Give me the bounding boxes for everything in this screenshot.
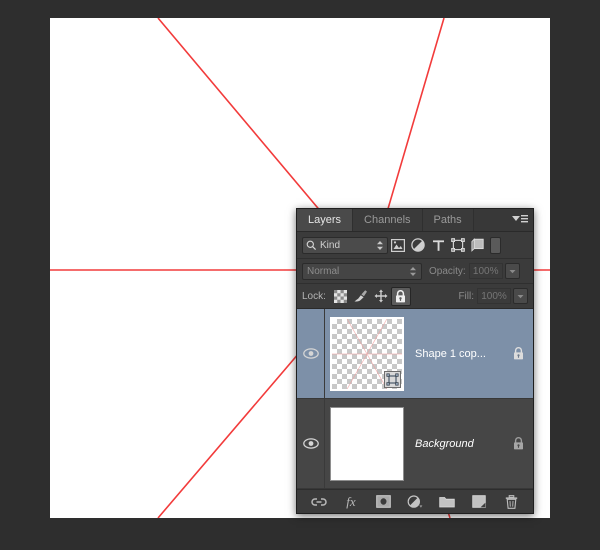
vector-mask-badge [384, 371, 401, 388]
layer-list[interactable]: Shape 1 cop... [297, 309, 533, 491]
filter-row: Kind [297, 232, 533, 259]
lock-icon [513, 437, 524, 450]
filter-smartobject-icon[interactable] [468, 235, 488, 255]
layers-panel[interactable]: Layers Channels Paths Kind [296, 208, 534, 514]
panel-menu-icon[interactable] [511, 213, 529, 227]
lock-label: Lock: [302, 291, 326, 302]
lock-transparent-pixels[interactable] [331, 287, 351, 306]
fill-label: Fill: [458, 291, 474, 302]
delete-layer-icon[interactable] [502, 493, 520, 511]
table-row[interactable]: Background [297, 399, 533, 489]
application-window: Layers Channels Paths Kind [0, 0, 600, 550]
layer-visibility-toggle[interactable] [297, 309, 325, 398]
layer-visibility-toggle[interactable] [297, 399, 325, 488]
table-row[interactable]: Shape 1 cop... [297, 309, 533, 399]
lock-image-pixels[interactable] [351, 287, 371, 306]
filter-kind-select[interactable]: Kind [302, 237, 388, 254]
filter-pixel-icon[interactable] [388, 235, 408, 255]
blend-stepper-icon [409, 266, 417, 277]
link-layers-icon[interactable] [310, 493, 328, 511]
layer-style-fx-icon[interactable]: fx [342, 493, 360, 511]
layer-name[interactable]: Background [409, 438, 503, 450]
fill-dropdown-arrow[interactable] [513, 288, 528, 304]
fx-label: fx [346, 494, 355, 510]
layer-thumbnail[interactable] [330, 317, 404, 391]
tab-channels[interactable]: Channels [353, 209, 422, 231]
blend-mode-value: Normal [307, 266, 339, 277]
tab-paths[interactable]: Paths [423, 209, 474, 231]
layer-lock-badge [503, 437, 533, 450]
blend-mode-select[interactable]: Normal [302, 263, 422, 280]
panel-tab-bar: Layers Channels Paths [297, 209, 533, 232]
layer-lock-badge [503, 347, 533, 360]
filter-enable-toggle[interactable] [490, 237, 501, 254]
adjustment-layer-icon[interactable] [406, 493, 424, 511]
layer-thumbnail-wrap[interactable] [325, 407, 409, 481]
filter-adjustment-icon[interactable] [408, 235, 428, 255]
panel-bottom-bar: fx [297, 489, 533, 513]
opacity-label: Opacity: [429, 266, 466, 277]
filter-kind-label: Kind [320, 240, 340, 251]
search-icon [306, 240, 317, 251]
lock-icon [513, 347, 524, 360]
layer-name[interactable]: Shape 1 cop... [409, 348, 503, 360]
new-layer-icon[interactable] [470, 493, 488, 511]
filter-type-icon[interactable] [428, 235, 448, 255]
lock-position[interactable] [371, 287, 391, 306]
layer-thumbnail[interactable] [330, 407, 404, 481]
eye-icon [303, 348, 319, 359]
new-group-icon[interactable] [438, 493, 456, 511]
lock-row: Lock: [297, 284, 533, 309]
blend-mode-row: Normal Opacity: 100% [297, 259, 533, 284]
fill-field[interactable]: 100% [477, 288, 511, 304]
layer-thumbnail-wrap[interactable] [325, 317, 409, 391]
lock-all[interactable] [391, 287, 411, 306]
eye-icon [303, 438, 319, 449]
filter-shape-icon[interactable] [448, 235, 468, 255]
add-layer-mask-icon[interactable] [374, 493, 392, 511]
tab-layers[interactable]: Layers [297, 209, 353, 231]
opacity-dropdown-arrow[interactable] [505, 263, 520, 279]
kind-stepper-icon [376, 240, 384, 251]
opacity-field[interactable]: 100% [469, 263, 503, 279]
